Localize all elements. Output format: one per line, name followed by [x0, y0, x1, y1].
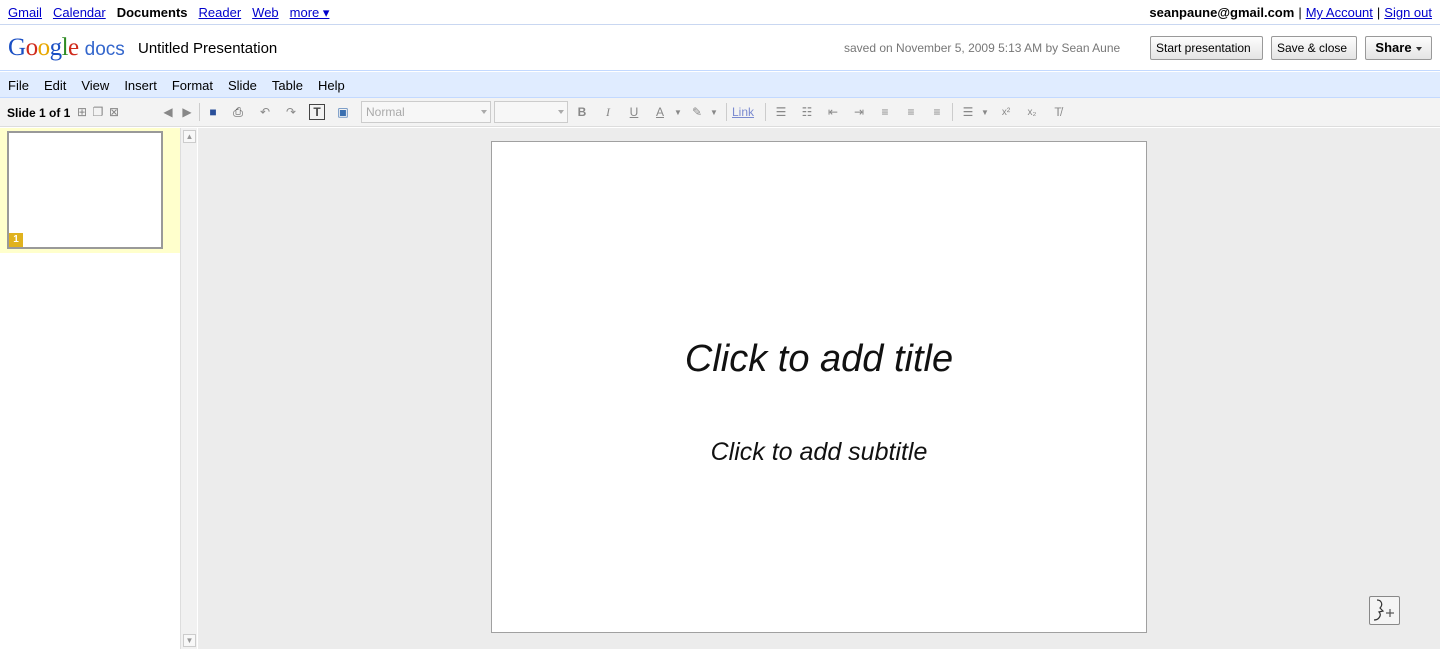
save-close-button[interactable]: Save & close — [1271, 36, 1357, 60]
menu-view[interactable]: View — [81, 78, 109, 93]
toolbar-separator — [726, 103, 727, 121]
gbar-links: Gmail Calendar Documents Reader Web more… — [8, 5, 329, 21]
move-down-icon[interactable]: ▶ — [179, 104, 195, 120]
slide-number-badge: 1 — [9, 233, 23, 247]
my-account-link[interactable]: My Account — [1306, 5, 1373, 20]
menu-bar: File Edit View Insert Format Slide Table… — [0, 72, 1440, 98]
chevron-down-icon — [558, 110, 564, 114]
text-color-icon[interactable]: A — [652, 104, 668, 120]
slide-thumbnail[interactable]: 1 — [7, 131, 163, 249]
slide-thumbnail-selected[interactable]: 1 — [0, 128, 180, 253]
scroll-down-icon[interactable]: ▼ — [183, 634, 196, 647]
reader-link[interactable]: Reader — [199, 5, 242, 21]
link-button[interactable]: Link — [732, 105, 754, 119]
logo-letter: G — [8, 34, 26, 61]
underline-icon[interactable]: U — [626, 104, 642, 120]
scroll-up-icon[interactable]: ▲ — [183, 130, 196, 143]
google-bar: Gmail Calendar Documents Reader Web more… — [0, 0, 1440, 25]
vertical-align-icon[interactable]: ☰ — [960, 104, 976, 120]
toolbar-separator — [952, 103, 953, 121]
slide-subtitle-placeholder[interactable]: Click to add subtitle — [492, 438, 1146, 467]
duplicate-slide-icon[interactable]: ❐ — [90, 104, 106, 120]
save-icon[interactable]: ■ — [205, 104, 221, 120]
document-title[interactable]: Untitled Presentation — [138, 40, 277, 57]
sign-out-link[interactable]: Sign out — [1384, 5, 1432, 20]
chevron-down-icon[interactable]: ▼ — [706, 104, 722, 120]
slide-canvas[interactable]: Click to add title Click to add subtitle — [491, 141, 1147, 633]
gbar-account: seanpaune@gmail.com | My Account | Sign … — [1149, 5, 1432, 20]
style-select[interactable]: Normal — [361, 101, 491, 123]
image-icon[interactable]: ▣ — [335, 104, 351, 120]
bold-icon[interactable]: B — [574, 104, 590, 120]
chevron-down-icon — [1415, 46, 1422, 51]
toolbar-separator — [765, 103, 766, 121]
web-link[interactable]: Web — [252, 5, 279, 21]
start-presentation-button[interactable]: Start presentation — [1150, 36, 1263, 60]
chevron-down-icon — [481, 110, 487, 114]
increase-indent-icon[interactable]: ⇥ — [851, 104, 867, 120]
align-right-icon[interactable]: ≡ — [929, 104, 945, 120]
subscript-icon[interactable]: x₂ — [1024, 104, 1040, 120]
calendar-link[interactable]: Calendar — [53, 5, 106, 21]
logo-letter: o — [37, 34, 51, 61]
menu-insert[interactable]: Insert — [124, 78, 157, 93]
user-email: seanpaune@gmail.com — [1149, 5, 1295, 20]
menu-format[interactable]: Format — [172, 78, 213, 93]
share-label: Share — [1375, 40, 1412, 55]
new-slide-icon[interactable]: ⊞ — [74, 104, 90, 120]
documents-current: Documents — [116, 5, 188, 20]
menu-edit[interactable]: Edit — [44, 78, 66, 93]
toolbar-separator — [199, 103, 200, 121]
logo-letter: e — [68, 34, 79, 61]
slide-title-placeholder[interactable]: Click to add title — [492, 338, 1146, 381]
separator: | — [1298, 5, 1302, 20]
slide-canvas-area: Click to add title Click to add subtitle — [198, 128, 1440, 649]
more-link[interactable]: more ▾ — [290, 5, 330, 21]
thumbnails-scrollbar[interactable]: ▲ ▼ — [180, 128, 197, 649]
speaker-notes-button[interactable] — [1369, 596, 1400, 625]
clear-formatting-icon[interactable]: T̸ — [1050, 104, 1066, 120]
saved-status: saved on November 5, 2009 5:13 AM by Sea… — [844, 41, 1121, 55]
gmail-link[interactable]: Gmail — [8, 5, 42, 21]
logo-letter: o — [25, 34, 39, 61]
align-center-icon[interactable]: ≡ — [903, 104, 919, 120]
doc-header: Google docs Untitled Presentation saved o… — [0, 26, 1440, 71]
slide-count: Slide 1 of 1 — [7, 106, 71, 120]
print-icon[interactable]: ⎙ — [230, 104, 246, 120]
menu-help[interactable]: Help — [318, 78, 345, 93]
toolbar: Slide 1 of 1 ⊞ ❐ ⊠ ◀ ▶ ■ ⎙ ↶ ↷ T ▣ Norma… — [0, 98, 1440, 127]
chevron-down-icon[interactable]: ▼ — [670, 104, 686, 120]
style-select-value: Normal — [366, 105, 405, 119]
separator: | — [1376, 5, 1381, 20]
font-size-select[interactable] — [494, 101, 568, 123]
undo-icon[interactable]: ↶ — [257, 104, 273, 120]
menu-file[interactable]: File — [8, 78, 29, 93]
menu-slide[interactable]: Slide — [228, 78, 257, 93]
delete-slide-icon[interactable]: ⊠ — [106, 104, 122, 120]
highlight-color-icon[interactable]: ✎ — [689, 104, 705, 120]
logo-letter: g — [49, 34, 63, 61]
move-up-icon[interactable]: ◀ — [160, 104, 176, 120]
chevron-down-icon[interactable]: ▼ — [977, 104, 993, 120]
italic-icon[interactable]: I — [600, 104, 616, 120]
align-left-icon[interactable]: ≡ — [877, 104, 893, 120]
logo-docs: docs — [84, 39, 125, 60]
share-button[interactable]: Share — [1365, 36, 1432, 60]
numbered-list-icon[interactable]: ☰ — [773, 104, 789, 120]
google-docs-logo[interactable]: Google docs — [8, 34, 125, 62]
superscript-icon[interactable]: x² — [998, 104, 1014, 120]
bulleted-list-icon[interactable]: ☷ — [799, 104, 815, 120]
slide-thumbnails-panel: 1 — [0, 128, 180, 649]
text-box-icon[interactable]: T — [309, 104, 325, 120]
menu-table[interactable]: Table — [272, 78, 303, 93]
redo-icon[interactable]: ↷ — [283, 104, 299, 120]
speaker-notes-icon — [1373, 599, 1394, 621]
decrease-indent-icon[interactable]: ⇤ — [825, 104, 841, 120]
